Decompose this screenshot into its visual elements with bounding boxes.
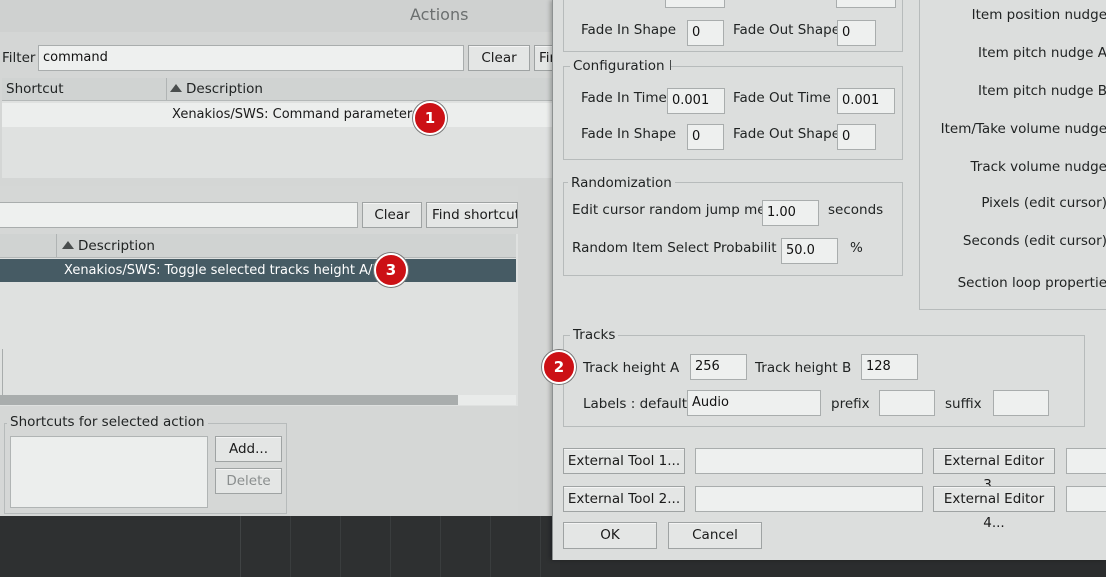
shortcuts-list[interactable]: [10, 436, 208, 508]
actions-list-1[interactable]: Shortcut Description Xenakios/SWS: Comma…: [2, 78, 558, 178]
random-jump-input[interactable]: 1.00: [762, 200, 819, 226]
list-header: Shortcut Description: [2, 78, 558, 101]
external-tool-2-button[interactable]: External Tool 2...: [563, 486, 685, 512]
col-description-2: Description: [78, 238, 155, 254]
col-shortcut[interactable]: Shortcut: [6, 81, 64, 97]
daw-grid-line: [440, 516, 441, 577]
clear-button[interactable]: Clear: [468, 45, 530, 71]
daw-timeline-strip: [0, 516, 560, 577]
daw-grid-line: [240, 516, 241, 577]
tracks-title: Tracks: [570, 327, 619, 343]
clear-button-2[interactable]: Clear: [362, 202, 422, 228]
track-height-a-input[interactable]: 256: [690, 354, 747, 380]
filter-input-2[interactable]: [0, 202, 358, 228]
random-jump-unit: seconds: [828, 202, 884, 218]
actions-window-2: Clear Find shortcut.. Description Xenaki…: [0, 186, 518, 516]
external-editor-3-button[interactable]: External Editor 3...: [933, 448, 1055, 493]
external-tool-1-path[interactable]: [695, 448, 923, 474]
random-prob-input[interactable]: 50.0: [781, 238, 838, 264]
col-description-header-2[interactable]: Description: [62, 238, 155, 254]
scrollbar-thumb[interactable]: [0, 395, 458, 405]
external-editor-4-path[interactable]: [1066, 486, 1106, 512]
external-editor-4-button[interactable]: External Editor 4...: [933, 486, 1055, 531]
row-description-selected: Xenakios/SWS: Toggle selected tracks hei…: [64, 263, 382, 278]
config-a-fade-in-shape-input[interactable]: 0: [687, 20, 724, 46]
nudge-label-item-take-volume: Item/Take volume nudge: [940, 121, 1106, 137]
daw-grid-line: [540, 516, 541, 577]
config-b-fade-out-time-label: Fade Out Time: [733, 90, 831, 106]
daw-grid-line: [340, 516, 341, 577]
nudge-label-item-position: Item position nudge: [971, 7, 1106, 23]
find-shortcut-button[interactable]: Find shortcut..: [426, 202, 518, 228]
config-b-fade-in-shape-label: Fade In Shape: [581, 126, 677, 142]
config-a-fade-out-shape-label: Fade Out Shape: [733, 22, 841, 38]
external-editor-3-path[interactable]: [1066, 448, 1106, 474]
config-b-fade-in-shape-input[interactable]: 0: [687, 124, 724, 150]
col-description-header[interactable]: Description: [170, 81, 263, 97]
nudge-label-track-volume: Track volume nudge: [970, 159, 1106, 175]
external-tool-1-button[interactable]: External Tool 1...: [563, 448, 685, 474]
random-prob-unit: %: [850, 240, 863, 256]
list-row-selected[interactable]: Xenakios/SWS: Toggle selected tracks hei…: [0, 259, 516, 282]
row-description: Xenakios/SWS: Command parameters: [172, 107, 419, 122]
suffix-input[interactable]: [993, 390, 1049, 416]
ok-button[interactable]: OK: [563, 522, 657, 549]
nudge-label-item-pitch-b: Item pitch nudge B: [977, 83, 1106, 99]
col-separator: [56, 234, 57, 257]
config-a-fade-out-shape-input[interactable]: 0: [837, 20, 876, 46]
config-b-fade-in-time-label: Fade In Time: [581, 90, 667, 106]
annotation-marker-1: 1: [413, 101, 447, 135]
prefix-input[interactable]: [879, 390, 935, 416]
list-row[interactable]: Xenakios/SWS: Command parameters: [2, 103, 558, 127]
sort-ascending-icon: [62, 241, 74, 249]
random-jump-label: Edit cursor random jump mea: [572, 202, 774, 218]
horizontal-scrollbar[interactable]: [0, 395, 516, 405]
filter-label: Filter: [2, 50, 36, 66]
filter-input[interactable]: command: [38, 45, 464, 71]
delete-shortcut-button[interactable]: Delete: [215, 468, 282, 494]
actions-list-2[interactable]: Description Xenakios/SWS: Toggle selecte…: [0, 234, 518, 406]
track-height-b-input[interactable]: 128: [861, 354, 918, 380]
daw-grid-line: [290, 516, 291, 577]
config-b-fade-out-shape-label: Fade Out Shape: [733, 126, 841, 142]
nudge-label-section-loop: Section loop propertie: [957, 275, 1106, 291]
track-height-a-label: Track height A: [583, 360, 680, 376]
daw-grid-line: [390, 516, 391, 577]
actions-title: Actions: [410, 5, 469, 24]
col-separator: [166, 78, 167, 100]
actions-titlebar[interactable]: Actions: [0, 0, 560, 32]
random-prob-label: Random Item Select Probabilit: [572, 240, 777, 256]
track-height-b-label: Track height B: [755, 360, 852, 376]
labels-default-label: Labels : default: [583, 396, 688, 412]
cancel-button[interactable]: Cancel: [668, 522, 762, 549]
labels-default-input[interactable]: Audio: [687, 390, 821, 416]
add-shortcut-button[interactable]: Add...: [215, 436, 282, 462]
annotation-marker-2: 2: [542, 350, 576, 384]
config-b-fade-out-shape-input[interactable]: 0: [837, 124, 876, 150]
col-description: Description: [186, 81, 263, 97]
command-parameters-window: 0.001 0.001 Fade In Shape 0 Fade Out Sha…: [542, 0, 1106, 560]
randomization-title: Randomization: [568, 175, 675, 191]
randomization-group: [563, 182, 903, 276]
suffix-label: suffix: [945, 396, 982, 412]
nudge-label-item-pitch-a: Item pitch nudge A: [978, 45, 1106, 61]
list-header-2: Description: [0, 234, 516, 258]
nudge-label-pixels: Pixels (edit cursor): [981, 195, 1106, 211]
daw-grid-line: [490, 516, 491, 577]
shortcuts-group-title: Shortcuts for selected action: [7, 414, 208, 430]
external-tool-2-path[interactable]: [695, 486, 923, 512]
config-a-fade-in-shape-label: Fade In Shape: [581, 22, 677, 38]
config-b-title: Configuration B: [570, 58, 671, 74]
config-b-fade-in-time-input[interactable]: 0.001: [667, 88, 725, 114]
nudge-label-seconds: Seconds (edit cursor): [962, 233, 1106, 249]
prefix-label: prefix: [831, 396, 870, 412]
config-b-fade-out-time-input[interactable]: 0.001: [837, 88, 895, 114]
annotation-marker-3: 3: [374, 253, 408, 287]
sort-ascending-icon: [170, 84, 182, 92]
